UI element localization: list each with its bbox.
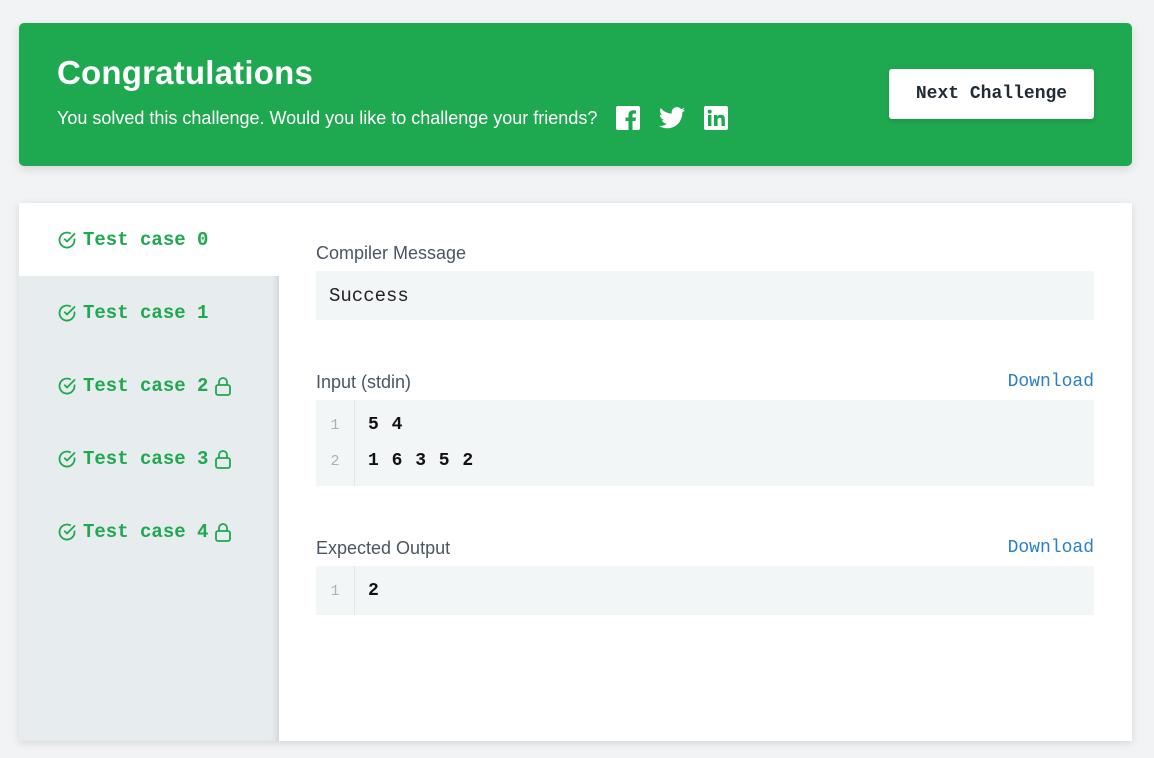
facebook-icon[interactable] xyxy=(615,105,641,131)
expected-output-label: Expected Output xyxy=(316,538,451,558)
tab-test-case-0[interactable]: Test case 0 xyxy=(19,203,279,276)
lock-icon xyxy=(215,449,232,469)
test-case-sidebar: Test case 0 Test case 1 Test case 2 Test… xyxy=(19,203,279,741)
tab-label: Test case 2 xyxy=(83,374,209,397)
compiler-message-label: Compiler Message xyxy=(316,243,467,263)
check-circle-icon xyxy=(58,231,76,248)
input-label: Input (stdin) xyxy=(316,372,412,392)
next-challenge-button[interactable]: Next Challenge xyxy=(889,69,1094,119)
code-text: 1 6 3 5 2 xyxy=(368,451,475,471)
tab-label: Test case 4 xyxy=(83,520,209,543)
success-banner: Congratulations You solved this challeng… xyxy=(19,23,1132,166)
code-line: 2 1 6 3 5 2 xyxy=(316,449,1094,473)
line-number: 1 xyxy=(330,582,340,600)
tab-test-case-1[interactable]: Test case 1 xyxy=(19,276,279,349)
tab-label: Test case 1 xyxy=(83,301,209,324)
banner-subtitle-row: You solved this challenge. Would you lik… xyxy=(57,105,729,131)
linkedin-icon[interactable] xyxy=(703,105,729,131)
expected-download-link[interactable]: Download xyxy=(1008,538,1094,558)
tab-label: Test case 0 xyxy=(83,228,209,251)
banner-title: Congratulations xyxy=(57,54,313,91)
lock-icon xyxy=(215,522,232,542)
lock-icon xyxy=(215,376,232,396)
results-panel: Test case 0 Test case 1 Test case 2 Test… xyxy=(19,203,1132,741)
line-number: 2 xyxy=(330,452,340,470)
input-code-box: 1 5 4 2 1 6 3 5 2 xyxy=(316,400,1094,486)
banner-subtitle: You solved this challenge. Would you lik… xyxy=(57,107,598,128)
tab-test-case-2[interactable]: Test case 2 xyxy=(19,349,279,422)
expected-code-box: 1 2 xyxy=(316,566,1094,615)
tab-label: Test case 3 xyxy=(83,447,209,470)
tab-test-case-3[interactable]: Test case 3 xyxy=(19,422,279,495)
tab-test-case-4[interactable]: Test case 4 xyxy=(19,495,279,568)
compiler-message: Success xyxy=(316,271,1094,320)
code-text: 5 4 xyxy=(368,415,404,435)
line-number: 1 xyxy=(330,416,340,434)
twitter-icon[interactable] xyxy=(659,105,686,131)
check-circle-icon xyxy=(58,523,76,540)
check-circle-icon xyxy=(58,377,76,394)
check-circle-icon xyxy=(58,304,76,321)
input-download-link[interactable]: Download xyxy=(1008,372,1094,392)
check-circle-icon xyxy=(58,450,76,467)
code-text: 2 xyxy=(368,581,380,601)
code-line: 1 2 xyxy=(316,579,1094,603)
code-line: 1 5 4 xyxy=(316,413,1094,437)
